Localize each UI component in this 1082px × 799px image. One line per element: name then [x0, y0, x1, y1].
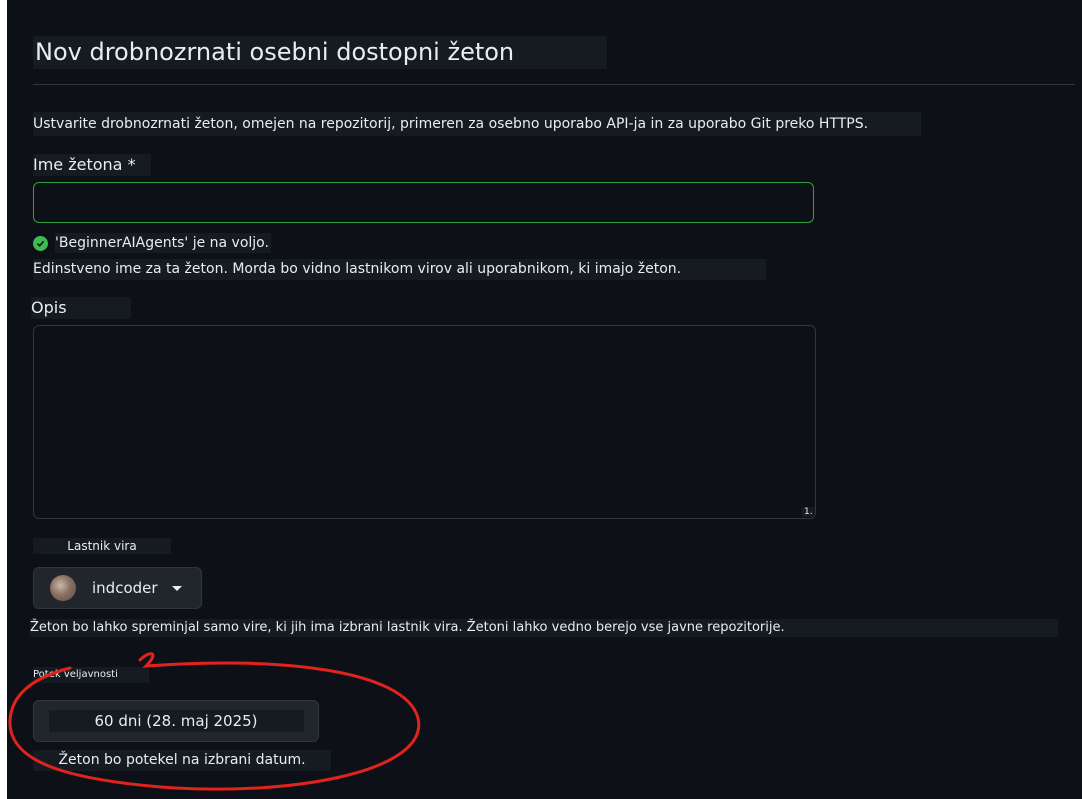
token-name-input[interactable]: [33, 182, 814, 223]
caret-down-icon: [171, 585, 182, 591]
title-divider: [33, 84, 1075, 85]
resource-owner-selected: indcoder: [92, 579, 158, 597]
description-textarea[interactable]: [33, 325, 816, 519]
resource-owner-label: Lastnik vira: [33, 538, 171, 554]
token-name-label: Ime žetona *: [33, 154, 151, 176]
resource-owner-hint: Žeton bo lahko spreminjal samo vire, ki …: [30, 619, 1058, 637]
avatar: [50, 575, 76, 601]
token-name-validation: 'BeginnerAIAgents' je na voljo.: [33, 233, 271, 253]
description-label: Opis: [31, 297, 131, 319]
validation-text: 'BeginnerAIAgents' je na voljo.: [55, 233, 271, 253]
expiration-hint: Žeton bo potekel na izbrani datum.: [33, 750, 331, 771]
token-name-hint: Edinstveno ime za ta žeton. Morda bo vid…: [33, 259, 766, 280]
resource-owner-dropdown[interactable]: indcoder: [33, 567, 202, 609]
page-title: Nov drobnozrnati osebni dostopni žeton: [33, 36, 607, 69]
check-circle-icon: [33, 235, 48, 251]
expiration-label: Potek veljavnosti: [33, 667, 149, 683]
textarea-resize-handle[interactable]: 1.: [802, 507, 815, 517]
page-intro: Ustvarite drobnozrnati žeton, omejen na …: [33, 112, 921, 136]
expiration-selected: 60 dni (28. maj 2025): [48, 710, 304, 732]
expiration-dropdown[interactable]: 60 dni (28. maj 2025): [33, 700, 319, 742]
